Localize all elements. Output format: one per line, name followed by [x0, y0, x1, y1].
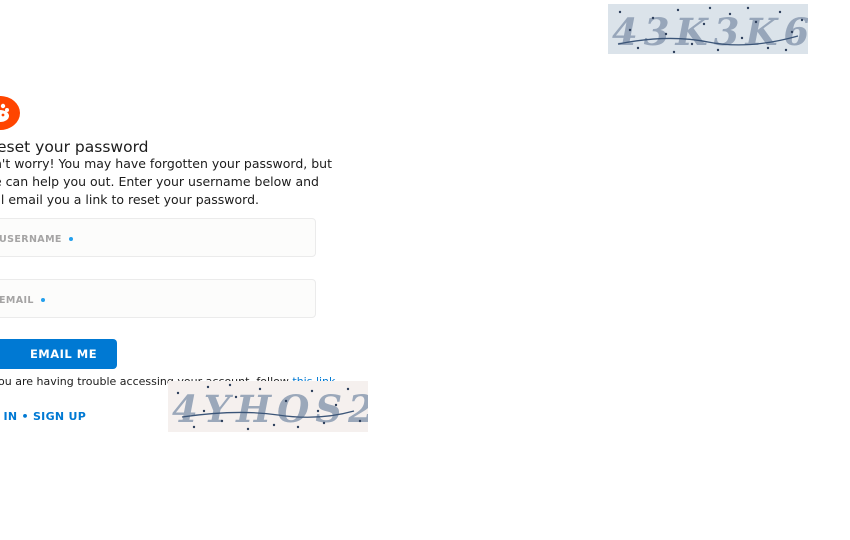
description-line: e can help you out. Enter your username … — [0, 174, 319, 189]
captcha-image-bottom: 4YHOS2 — [168, 381, 368, 432]
reddit-logo-icon[interactable] — [0, 96, 20, 130]
captcha-noise — [617, 6, 804, 54]
required-indicator — [40, 297, 45, 302]
auth-links: G IN • SIGN UP — [0, 410, 86, 423]
signup-link[interactable]: SIGN UP — [33, 410, 86, 423]
required-indicator — [68, 236, 73, 241]
login-link[interactable]: G IN — [0, 410, 17, 423]
reset-description: n't worry! You may have forgotten your p… — [0, 155, 332, 209]
captcha-image-top: 43K3K6 — [608, 4, 808, 54]
username-field[interactable]: USERNAME — [0, 218, 316, 257]
email-field[interactable]: EMAIL — [0, 279, 316, 318]
captcha-noise — [176, 383, 362, 431]
email-me-button[interactable]: EMAIL ME — [0, 339, 117, 369]
email-field-label: EMAIL — [0, 295, 45, 306]
username-field-label: USERNAME — [0, 234, 73, 245]
link-separator: • — [17, 410, 33, 423]
description-line: n't worry! You may have forgotten your p… — [0, 156, 332, 171]
description-line: 'll email you a link to reset your passw… — [0, 192, 260, 207]
page-title: eset your password — [0, 138, 149, 156]
